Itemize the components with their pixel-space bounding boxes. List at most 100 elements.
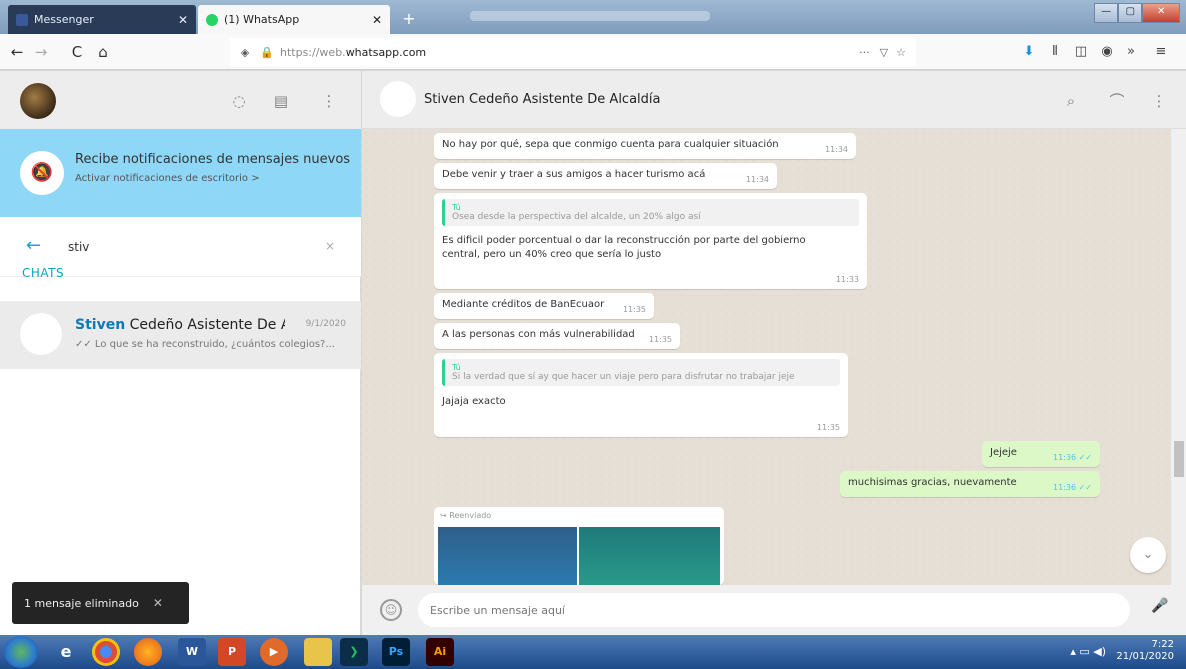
message-bubble: Tú Si la verdad que sí ay que hacer un v… [434,353,848,437]
url-domain: whatsapp.com [345,45,427,59]
minimize-button[interactable]: — [1094,3,1119,23]
message-bubble: Mediante créditos de BanEcuaor 11:35 [434,293,654,319]
clear-search-icon[interactable]: × [325,239,335,253]
scrollbar[interactable] [1170,129,1186,585]
menu-icon[interactable]: ⋮ [318,90,340,112]
clock-date: 21/01/2020 [1116,651,1174,662]
scroll-down-button[interactable]: ⌄ [1130,537,1166,573]
message-time: 11:35 [816,423,840,432]
contact-name: Stiven Cedeño Asistente De Alcaldía [424,92,661,107]
quoted-message[interactable]: Tú Osea desde la perspectiva del alcalde… [442,199,859,226]
media-player-icon[interactable]: ▶ [260,638,288,666]
word-icon[interactable]: W [178,638,206,666]
profile-avatar[interactable] [20,83,56,119]
tab-close-icon[interactable]: ✕ [178,13,188,27]
whatsapp-icon [206,13,218,26]
reload-button[interactable]: C [66,42,88,62]
hamburger-menu-icon[interactable]: ≡ [1152,43,1170,61]
contact-avatar[interactable] [380,81,416,117]
tab-whatsapp[interactable]: (1) WhatsApp ✕ [198,5,390,34]
ie-icon[interactable]: e [52,638,80,666]
message-list: No hay por qué, sepa que conmigo cuenta … [362,129,1170,585]
image-thumbnail[interactable] [438,527,577,585]
firefox-icon[interactable] [134,638,162,666]
message-bubble: Tú Osea desde la perspectiva del alcalde… [434,193,867,289]
forwarded-label: ↪ Reenviado [440,511,492,520]
quote-author: Tú [452,203,461,212]
attach-icon[interactable]: ⌒ [1106,90,1128,112]
chrome-icon[interactable] [92,638,120,666]
maximize-button[interactable]: ▢ [1118,3,1143,23]
message-bubble: A las personas con más vulnerabilidad 11… [434,323,680,349]
search-icon[interactable]: ⌕ [1060,90,1082,112]
powerpoint-icon[interactable]: P [218,638,246,666]
account-icon[interactable]: ◉ [1098,43,1116,61]
quoted-message[interactable]: Tú Si la verdad que sí ay que hacer un v… [442,359,840,386]
message-text: Debe venir y traer a sus amigos a hacer … [442,169,706,180]
window-controls: — ▢ ✕ [1094,3,1180,23]
chats-section-label: CHATS [22,266,65,280]
message-bubble: Debe venir y traer a sus amigos a hacer … [434,163,777,189]
lock-icon: 🔒 [260,45,274,59]
tab-close-icon[interactable]: ✕ [372,13,382,27]
search-input[interactable]: stiv [68,240,89,254]
message-time: 11:34 [824,145,848,154]
status-icon[interactable]: ◌ [228,90,250,112]
system-clock[interactable]: 7:22 21/01/2020 [1116,639,1174,663]
new-tab-button[interactable]: + [398,9,420,29]
menu-icon[interactable]: ⋮ [1148,90,1170,112]
pocket-icon[interactable]: ▽ [880,46,888,59]
downloads-icon[interactable]: ⬇ [1020,43,1038,61]
close-icon[interactable]: ✕ [153,596,163,610]
message-text: Mediante créditos de BanEcuaor [442,299,605,310]
close-window-button[interactable]: ✕ [1142,3,1180,23]
terminal-icon[interactable]: ❯ [340,638,368,666]
scrollbar-thumb[interactable] [1174,441,1184,477]
toast-text: 1 mensaje eliminado [24,596,139,610]
photoshop-icon[interactable]: Ps [382,638,410,666]
forward-button[interactable]: → [30,42,52,62]
shield-icon: ◈ [240,45,250,59]
message-text: muchisimas gracias, nuevamente [848,477,1017,488]
arrow-left-icon[interactable]: ← [26,235,41,256]
forwarded-image-message[interactable]: ↪ Reenviado [434,507,724,585]
sidebar-header: ◌ ▤ ⋮ [0,71,361,129]
system-tray-icons[interactable]: ▴ ▭ ◀) [1070,645,1106,658]
message-text: Jajaja exacto [442,396,506,407]
sidebar-icon[interactable]: ◫ [1072,43,1090,61]
folder-icon[interactable] [304,638,332,666]
url-bar[interactable]: ◈ 🔒 https://web. whatsapp.com ··· ▽ ☆ [230,38,916,66]
enable-notifications-link[interactable]: Activar notificaciones de escritorio > [75,173,260,184]
illustrator-icon[interactable]: Ai [426,638,454,666]
home-button[interactable]: ⌂ [92,42,114,62]
microphone-icon[interactable]: 🎤 [1150,598,1170,622]
quote-author: Tú [452,363,461,372]
library-icon[interactable]: ⫴ [1046,43,1064,61]
bookmark-star-icon[interactable]: ☆ [896,46,906,59]
tab-label: Messenger [34,13,94,26]
windows-taskbar: e W P ▶ ❯ Ps Ai ▴ ▭ ◀) 7:22 21/01/2020 [0,635,1186,669]
new-chat-icon[interactable]: ▤ [270,90,292,112]
tab-label: (1) WhatsApp [224,13,300,26]
outgoing-message-bubble: muchisimas gracias, nuevamente 11:36 ✓✓ [840,471,1100,497]
message-bubble: No hay por qué, sepa que conmigo cuenta … [434,133,856,159]
message-text: Es dificil poder porcentual o dar la rec… [442,235,806,260]
message-time: 11:35 [622,305,646,314]
bell-off-icon: 🔕 [20,151,64,195]
emoji-icon[interactable]: ☺ [380,599,402,621]
chat-list-item[interactable]: Stiven Cedeño Asistente De Alc... 9/1/20… [0,301,361,369]
image-thumbnail[interactable] [579,527,720,585]
conversation-header[interactable]: Stiven Cedeño Asistente De Alcaldía ⌕ ⌒ … [362,71,1186,129]
tab-messenger[interactable]: Messenger ✕ [8,5,196,34]
page-actions-icon[interactable]: ··· [859,46,870,59]
start-button[interactable] [4,636,38,668]
chat-name-rest: Cedeño Asistente De Alc... [129,317,285,333]
compose-bar: ☺ 🎤 [362,585,1186,635]
quote-text: Osea desde la perspectiva del alcalde, u… [452,212,701,222]
back-button[interactable]: ← [6,42,28,62]
overflow-icon[interactable]: » [1122,43,1140,61]
message-input[interactable] [418,593,1130,627]
message-text: No hay por qué, sepa que conmigo cuenta … [442,139,779,150]
notification-banner[interactable]: 🔕 Recibe notificaciones de mensajes nuev… [0,129,361,217]
facebook-icon [16,13,28,26]
